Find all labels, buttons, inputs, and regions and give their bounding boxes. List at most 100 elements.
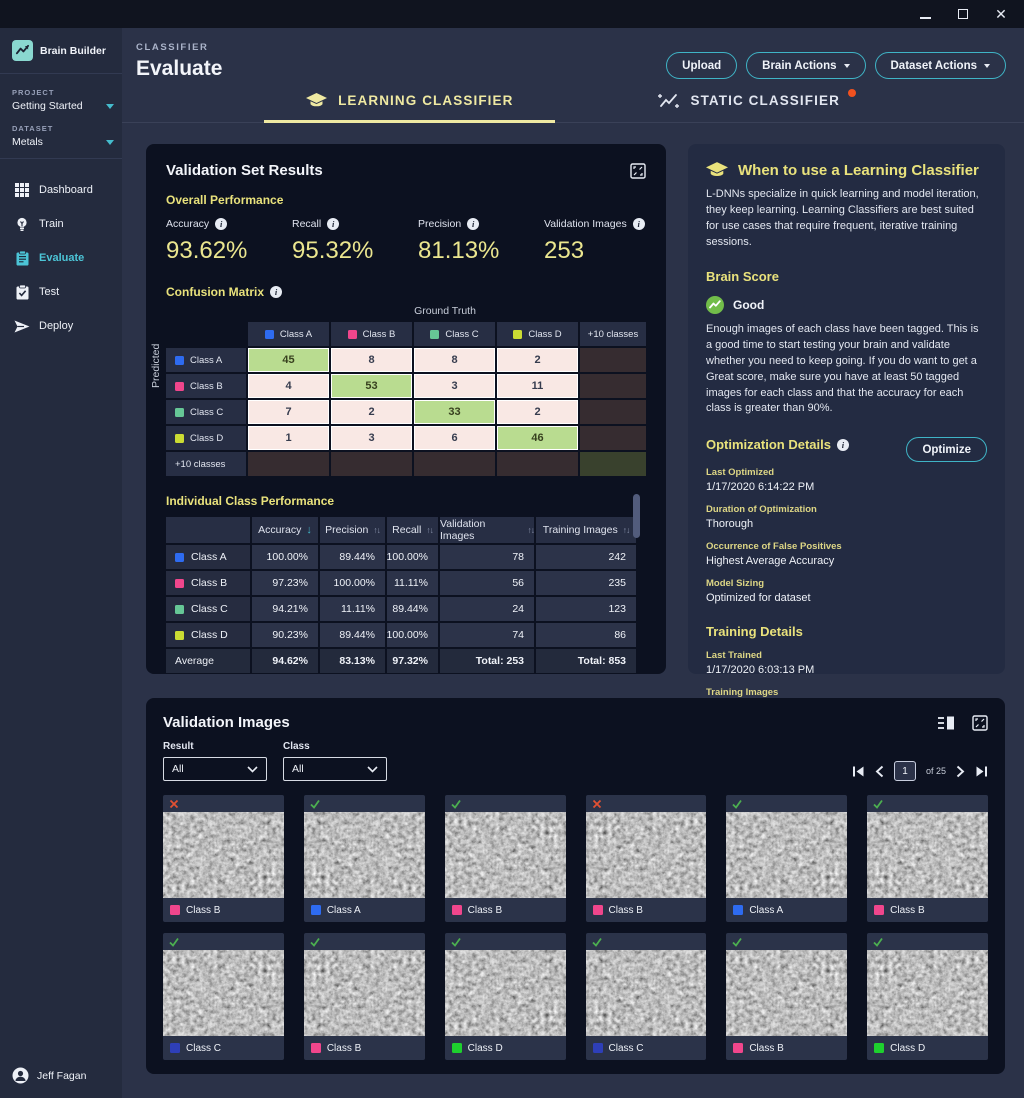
validation-image-card[interactable]: Class A: [726, 795, 847, 922]
sidebar-item-test[interactable]: Test: [0, 275, 122, 309]
optimize-button[interactable]: Optimize: [906, 437, 987, 462]
field-label: Last Trained: [706, 650, 987, 661]
sort-icon[interactable]: ↑↓: [373, 525, 380, 535]
validation-image-card[interactable]: Class D: [445, 933, 566, 1060]
info-icon[interactable]: i: [270, 286, 282, 298]
class-color-swatch: [430, 330, 439, 339]
chevron-down-icon[interactable]: [106, 140, 114, 145]
validation-image-card[interactable]: Class C: [586, 933, 707, 1060]
info-icon[interactable]: i: [467, 218, 479, 230]
table-header-precision[interactable]: Precision↑↓: [320, 517, 385, 543]
info-icon[interactable]: i: [215, 218, 227, 230]
table-average-cell: 94.62%: [252, 649, 318, 673]
validation-image-card[interactable]: Class A: [304, 795, 425, 922]
class-color-swatch: [175, 382, 184, 391]
maximize-icon[interactable]: [956, 7, 970, 21]
table-header-training-images[interactable]: Training Images↑↓: [536, 517, 636, 543]
x-icon: [592, 799, 602, 809]
table-cell: 123: [536, 597, 636, 621]
sample-image: [867, 812, 988, 898]
tab-learning-classifier[interactable]: LEARNING CLASSIFIER: [264, 83, 555, 123]
previous-page-icon[interactable]: [875, 765, 884, 778]
validation-image-card[interactable]: Class B: [726, 933, 847, 1060]
validation-image-card[interactable]: Class B: [163, 795, 284, 922]
sort-icon[interactable]: ↑↓: [426, 525, 433, 535]
card-result-bar: [867, 933, 988, 950]
close-icon[interactable]: ✕: [994, 7, 1008, 21]
metric-precision: Precisioni 81.13%: [418, 218, 544, 265]
info-icon[interactable]: i: [837, 439, 849, 451]
table-header-empty: [166, 517, 250, 543]
first-page-icon[interactable]: [852, 765, 865, 778]
check-icon: [451, 799, 461, 809]
class-color-swatch: [452, 1043, 462, 1053]
table-header-validation-images[interactable]: Validation Images↑↓: [440, 517, 534, 543]
card-result-bar: [586, 795, 707, 812]
expand-icon[interactable]: [629, 162, 646, 179]
page-input[interactable]: 1: [894, 761, 916, 781]
table-cell: 11.11%: [387, 571, 438, 595]
user-menu[interactable]: Jeff Fagan: [0, 1055, 122, 1098]
validation-image-card[interactable]: Class D: [867, 933, 988, 1060]
x-icon: [169, 799, 179, 809]
info-icon[interactable]: i: [633, 218, 645, 230]
info-panel-title: When to use a Learning Classifier: [738, 162, 979, 179]
chevron-down-icon: [844, 64, 850, 68]
validation-image-card[interactable]: Class B: [445, 795, 566, 922]
card-class-label-bar: Class C: [586, 1036, 707, 1060]
validation-image-card[interactable]: Class C: [163, 933, 284, 1060]
table-scrollbar[interactable]: [633, 494, 640, 538]
chevron-down-icon[interactable]: [106, 104, 114, 109]
brain-actions-button[interactable]: Brain Actions: [746, 52, 865, 79]
project-selector[interactable]: PROJECT Getting Started DATASET Metals: [0, 74, 122, 159]
table-header-accuracy[interactable]: Accuracy↓: [252, 517, 318, 543]
class-color-swatch: [175, 579, 184, 588]
dataset-actions-button[interactable]: Dataset Actions: [875, 52, 1007, 79]
validation-image-card[interactable]: Class B: [304, 933, 425, 1060]
class-color-swatch: [874, 1043, 884, 1053]
check-icon: [732, 799, 742, 809]
matrix-cell: 8: [331, 348, 412, 372]
sort-icon[interactable]: ↑↓: [528, 525, 535, 535]
field-label: Model Sizing: [706, 578, 987, 589]
class-filter-select[interactable]: All: [283, 757, 387, 781]
lightbulb-icon: [14, 216, 30, 232]
metric-recall: Recalli 95.32%: [292, 218, 418, 265]
sidebar-item-evaluate[interactable]: Evaluate: [0, 241, 122, 275]
matrix-cell: [580, 426, 646, 450]
minimize-icon[interactable]: [918, 7, 932, 21]
matrix-cell: 46: [497, 426, 578, 450]
class-color-swatch: [175, 631, 184, 640]
validation-image-card[interactable]: Class B: [867, 795, 988, 922]
sidebar-nav: Dashboard Train Evaluate Test: [0, 159, 122, 357]
next-page-icon[interactable]: [956, 765, 965, 778]
sidebar-item-deploy[interactable]: Deploy: [0, 309, 122, 343]
learning-classifier-info-panel: When to use a Learning Classifier L-DNNs…: [688, 144, 1005, 674]
tab-static-classifier[interactable]: STATIC CLASSIFIER: [615, 83, 881, 123]
optimization-field: Model SizingOptimized for dataset: [706, 578, 987, 604]
check-icon: [310, 937, 320, 947]
page-heading: CLASSIFIER Evaluate: [136, 42, 222, 81]
last-page-icon[interactable]: [975, 765, 988, 778]
confusion-matrix-heading: Confusion Matrixi: [166, 285, 646, 299]
card-class-label: Class B: [749, 1043, 783, 1054]
card-class-label: Class C: [186, 1043, 221, 1054]
matrix-cell: [248, 452, 329, 476]
sidebar-item-train[interactable]: Train: [0, 207, 122, 241]
training-field: Last Trained1/17/2020 6:03:13 PM: [706, 650, 987, 676]
project-value: Getting Started: [12, 100, 83, 112]
sort-desc-icon[interactable]: ↓: [306, 524, 312, 536]
sidebar-item-label: Deploy: [39, 320, 73, 332]
card-class-label: Class B: [327, 1043, 361, 1054]
details-view-icon[interactable]: [937, 714, 954, 731]
expand-icon[interactable]: [971, 714, 988, 731]
result-filter-select[interactable]: All: [163, 757, 267, 781]
table-header-recall[interactable]: Recall↑↓: [387, 517, 438, 543]
info-icon[interactable]: i: [327, 218, 339, 230]
class-color-swatch: [593, 1043, 603, 1053]
upload-button[interactable]: Upload: [666, 52, 737, 79]
sort-icon[interactable]: ↑↓: [623, 525, 630, 535]
validation-image-card[interactable]: Class B: [586, 795, 707, 922]
sidebar-item-dashboard[interactable]: Dashboard: [0, 173, 122, 207]
matrix-cell: 7: [248, 400, 329, 424]
